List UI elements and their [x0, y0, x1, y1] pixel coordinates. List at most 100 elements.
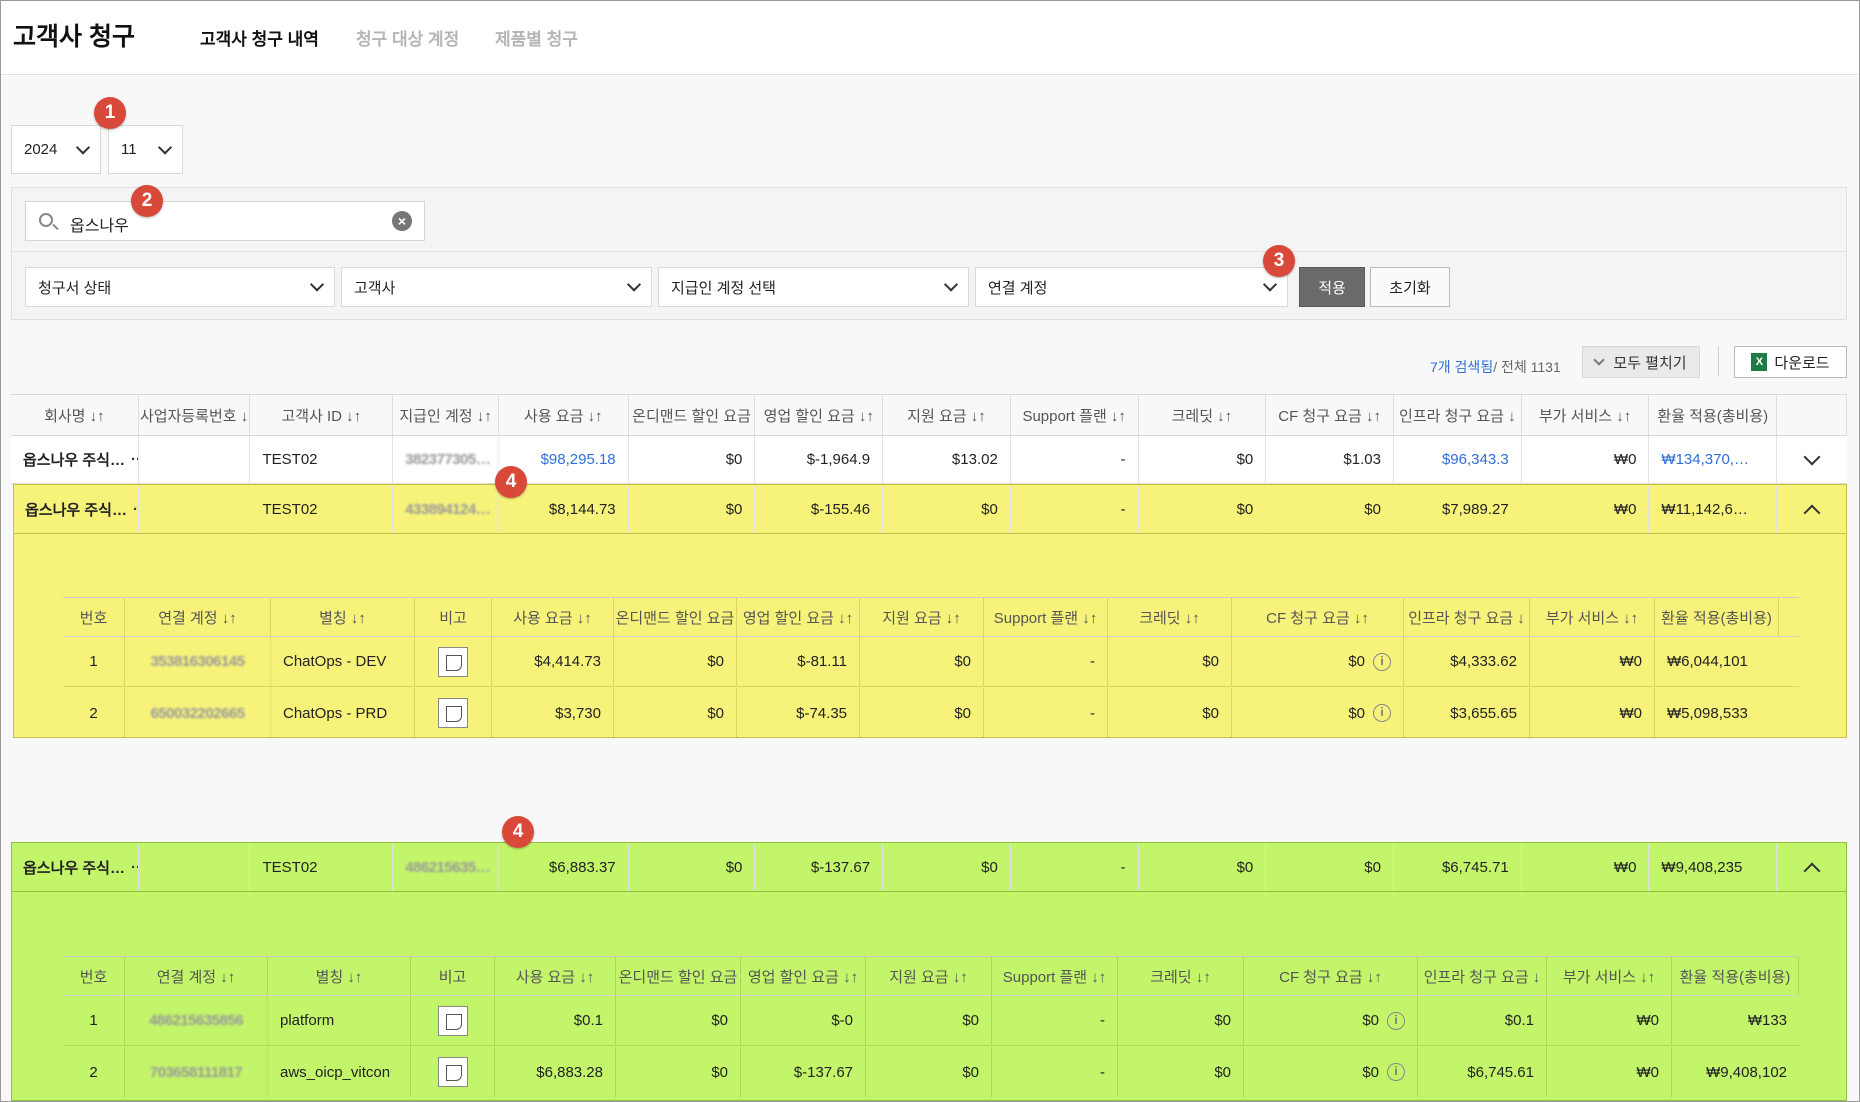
clear-icon[interactable]: ×	[392, 211, 412, 231]
info-icon[interactable]: i	[1373, 704, 1391, 722]
plan-cell: -	[984, 688, 1108, 738]
col-company[interactable]: 회사명 ↓↑	[11, 395, 139, 435]
col-credit[interactable]: 크레딧 ↓↑	[1118, 957, 1244, 995]
col-infra[interactable]: 인프라 청구 요금 ↓	[1393, 395, 1522, 435]
table-row[interactable]: 옵스나우 주식…··· TEST02 382377305… $98,295.18…	[11, 436, 1847, 484]
plan-cell: -	[1011, 486, 1139, 533]
fx-total-cell[interactable]: ₩134,370,…	[1649, 436, 1778, 483]
col-ondemand[interactable]: 온디맨드 할인 요금	[616, 957, 741, 995]
memo-icon[interactable]	[438, 698, 468, 728]
expand-toggle[interactable]	[1777, 436, 1847, 483]
chevron-down-icon	[626, 277, 642, 292]
col-support[interactable]: 지원 요금 ↓↑	[860, 598, 984, 636]
infra-cell[interactable]: $96,343.3	[1394, 436, 1522, 483]
info-icon[interactable]: i	[1387, 1063, 1405, 1081]
results-found[interactable]: 7개 검색됨	[1430, 359, 1493, 375]
support-cell: $13.02	[883, 436, 1011, 483]
fx-total-cell: ₩9,408,102	[1706, 1063, 1787, 1081]
col-ondemand[interactable]: 온디맨드 할인 요금	[614, 598, 737, 636]
search-input[interactable]: 옵스나우 ×	[25, 201, 425, 241]
col-cf[interactable]: CF 청구 요금 ↓↑	[1266, 395, 1394, 435]
reset-button[interactable]: 초기화	[1370, 267, 1450, 307]
linked-cell: 353816306145	[125, 637, 271, 686]
apply-button[interactable]: 적용	[1299, 267, 1365, 307]
expand-all-button[interactable]: 모두 펼치기	[1582, 346, 1700, 378]
invoice-status-select[interactable]: 청구서 상태	[25, 267, 335, 307]
col-usage[interactable]: 사용 요금 ↓↑	[492, 598, 614, 636]
info-icon[interactable]: i	[1387, 1011, 1405, 1030]
chevron-down-icon	[75, 139, 91, 155]
col-payer[interactable]: 지급인 계정 ↓↑	[393, 395, 499, 435]
col-usage[interactable]: 사용 요금 ↓↑	[495, 957, 616, 995]
payer-account-select[interactable]: 지급인 계정 선택	[658, 267, 969, 307]
addon-cell: ₩0	[1522, 486, 1650, 533]
memo-icon[interactable]	[437, 1057, 468, 1087]
col-support[interactable]: 지원 요금 ↓↑	[866, 957, 992, 995]
collapse-toggle[interactable]	[1777, 486, 1847, 533]
col-sales-disc[interactable]: 영업 할인 요금 ↓↑	[741, 957, 866, 995]
tab-product-billing[interactable]: 제품별 청구	[495, 25, 578, 50]
chevron-down-icon	[1593, 353, 1606, 366]
col-support[interactable]: 지원 요금 ↓↑	[883, 395, 1011, 435]
company-cell: 옵스나우 주식… ···	[11, 436, 139, 483]
chevron-down-icon	[1803, 448, 1821, 465]
sales-disc-cell: $-0	[741, 996, 866, 1045]
fx-total-cell: ₩6,044,101	[1667, 653, 1748, 670]
tab-billing-accounts[interactable]: 청구 대상 계정	[356, 25, 459, 50]
year-value: 2024	[24, 141, 58, 158]
col-plan[interactable]: Support 플랜 ↓↑	[992, 957, 1118, 995]
col-customer-id[interactable]: 고객사 ID ↓↑	[250, 395, 394, 435]
info-icon[interactable]: i	[1373, 652, 1391, 671]
customer-id-cell: TEST02	[250, 844, 394, 891]
more-icon[interactable]: ···	[131, 859, 138, 876]
col-alias[interactable]: 별칭 ↓↑	[268, 957, 411, 995]
results-count: 7개 검색됨/ 전체 1131	[1430, 357, 1561, 377]
expand-all-label: 모두 펼치기	[1613, 354, 1687, 372]
col-infra[interactable]: 인프라 청구 요금 ↓	[1418, 957, 1547, 995]
memo-cell	[415, 637, 492, 686]
table-row[interactable]: 옵스나우 주식…··· TEST02 433894124… $8,144.73 …	[13, 486, 1847, 534]
col-infra[interactable]: 인프라 청구 요금 ↓	[1404, 598, 1530, 636]
search-value: 옵스나우	[70, 218, 129, 235]
col-ondemand[interactable]: 온디맨드 할인 요금	[628, 395, 756, 435]
chevron-down-icon	[1262, 277, 1278, 292]
col-fx-total[interactable]: 환율 적용(총비용)	[1649, 395, 1778, 435]
infra-cell: $6,745.71	[1394, 844, 1522, 891]
col-cf[interactable]: CF 청구 요금 ↓↑	[1232, 598, 1404, 636]
support-cell: $0	[883, 486, 1011, 533]
col-sales-disc[interactable]: 영업 할인 요금 ↓↑	[737, 598, 860, 636]
memo-icon[interactable]	[438, 646, 468, 677]
col-plan[interactable]: Support 플랜 ↓↑	[1010, 395, 1139, 435]
col-sales-disc[interactable]: 영업 할인 요금 ↓↑	[755, 395, 884, 435]
invoice-status-label: 청구서 상태	[38, 279, 112, 297]
table-row[interactable]: 옵스나우 주식…··· TEST02 486215635… $6,883.37 …	[11, 844, 1847, 892]
ondemand-cell: $0	[629, 844, 756, 891]
col-cf[interactable]: CF 청구 요금 ↓↑	[1244, 957, 1418, 995]
col-credit[interactable]: 크레딧 ↓↑	[1138, 395, 1267, 435]
collapse-toggle[interactable]	[1777, 844, 1847, 891]
month-select[interactable]: 11	[108, 125, 183, 174]
addon-cell: ₩0	[1530, 637, 1655, 686]
col-no: 번호	[63, 957, 125, 995]
sales-disc-cell: $-81.11	[737, 637, 860, 686]
col-biz-no[interactable]: 사업자등록번호 ↓	[138, 395, 251, 435]
more-icon[interactable]: ···	[131, 451, 138, 468]
col-addon[interactable]: 부가 서비스 ↓↑	[1521, 395, 1650, 435]
cf-cell: $0 i	[1232, 688, 1404, 738]
download-button[interactable]: X 다운로드	[1734, 346, 1847, 378]
memo-icon[interactable]	[437, 1005, 468, 1036]
month-value: 11	[121, 141, 137, 158]
col-linked[interactable]: 연결 계정 ↓↑	[125, 598, 271, 636]
linked-account-select[interactable]: 연결 계정	[975, 267, 1288, 307]
col-addon[interactable]: 부가 서비스 ↓↑	[1547, 957, 1672, 995]
customer-select[interactable]: 고객사	[341, 267, 652, 307]
col-plan[interactable]: Support 플랜 ↓↑	[984, 598, 1108, 636]
year-select[interactable]: 2024	[11, 125, 101, 174]
tab-billing-history[interactable]: 고객사 청구 내역	[200, 25, 319, 50]
plan-cell: -	[984, 637, 1108, 686]
col-alias[interactable]: 별칭 ↓↑	[271, 598, 415, 636]
col-addon[interactable]: 부가 서비스 ↓↑	[1530, 598, 1655, 636]
col-linked[interactable]: 연결 계정 ↓↑	[125, 957, 268, 995]
col-usage[interactable]: 사용 요금 ↓↑	[498, 395, 629, 435]
col-credit[interactable]: 크레딧 ↓↑	[1108, 598, 1232, 636]
